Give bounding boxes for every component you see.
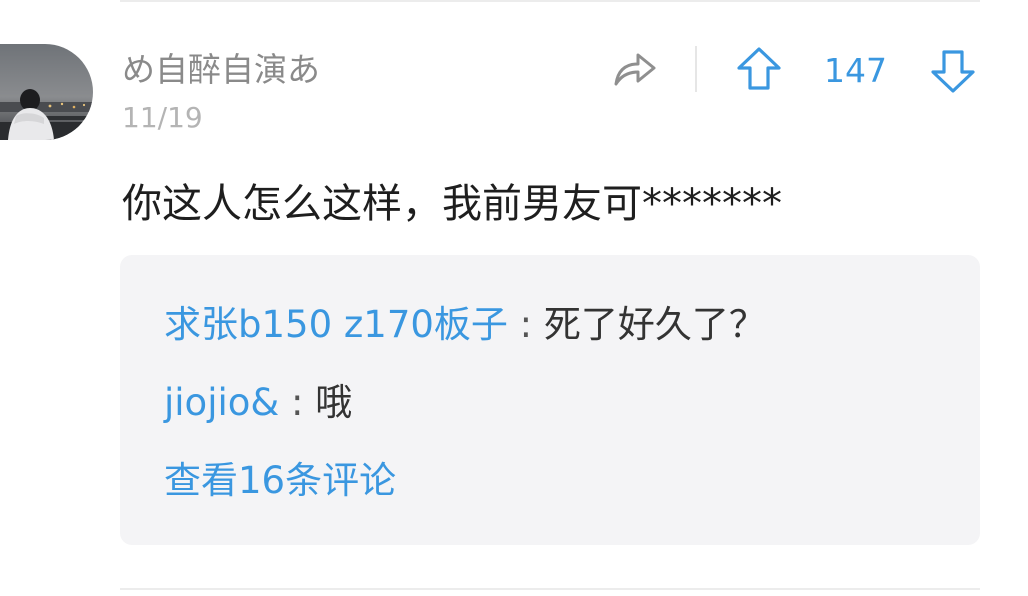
downvote-button[interactable]	[928, 44, 978, 96]
upvote-arrow-icon	[737, 47, 781, 90]
comment-text: 你这人怎么这样，我前男友可*******	[122, 181, 782, 227]
reply-item[interactable]: 求张b150 z170板子 : 死了好久了？	[164, 301, 766, 349]
share-button[interactable]	[610, 46, 662, 94]
downvote-arrow-icon	[931, 50, 975, 93]
top-divider	[120, 0, 980, 2]
upvote-button[interactable]	[734, 44, 784, 96]
reply-text: 死了好久了？	[543, 303, 766, 346]
reply-item[interactable]: jiojio& : 哦	[164, 379, 352, 427]
reply-preview-box[interactable]: 求张b150 z170板子 : 死了好久了？ jiojio& : 哦 查看16条…	[120, 255, 980, 545]
reply-username[interactable]: jiojio&	[164, 381, 279, 424]
comment-card: め自醉自演あ 11/19 147 你这人怎么这样，我前男友可******* 求张…	[0, 0, 1028, 596]
share-arrow-icon	[614, 53, 656, 86]
reply-separator: :	[279, 381, 316, 424]
reply-text: 哦	[315, 381, 353, 424]
comment-timestamp: 11/19	[122, 101, 203, 134]
username[interactable]: め自醉自演あ	[122, 48, 320, 92]
view-more-replies-link[interactable]: 查看16条评论	[164, 457, 396, 505]
vote-count: 147	[824, 51, 887, 90]
user-avatar[interactable]	[0, 44, 93, 140]
bottom-divider	[120, 588, 980, 590]
action-separator	[695, 46, 697, 92]
reply-username[interactable]: 求张b150 z170板子	[164, 303, 508, 346]
avatar-photo	[0, 44, 93, 140]
reply-separator: :	[507, 303, 544, 346]
